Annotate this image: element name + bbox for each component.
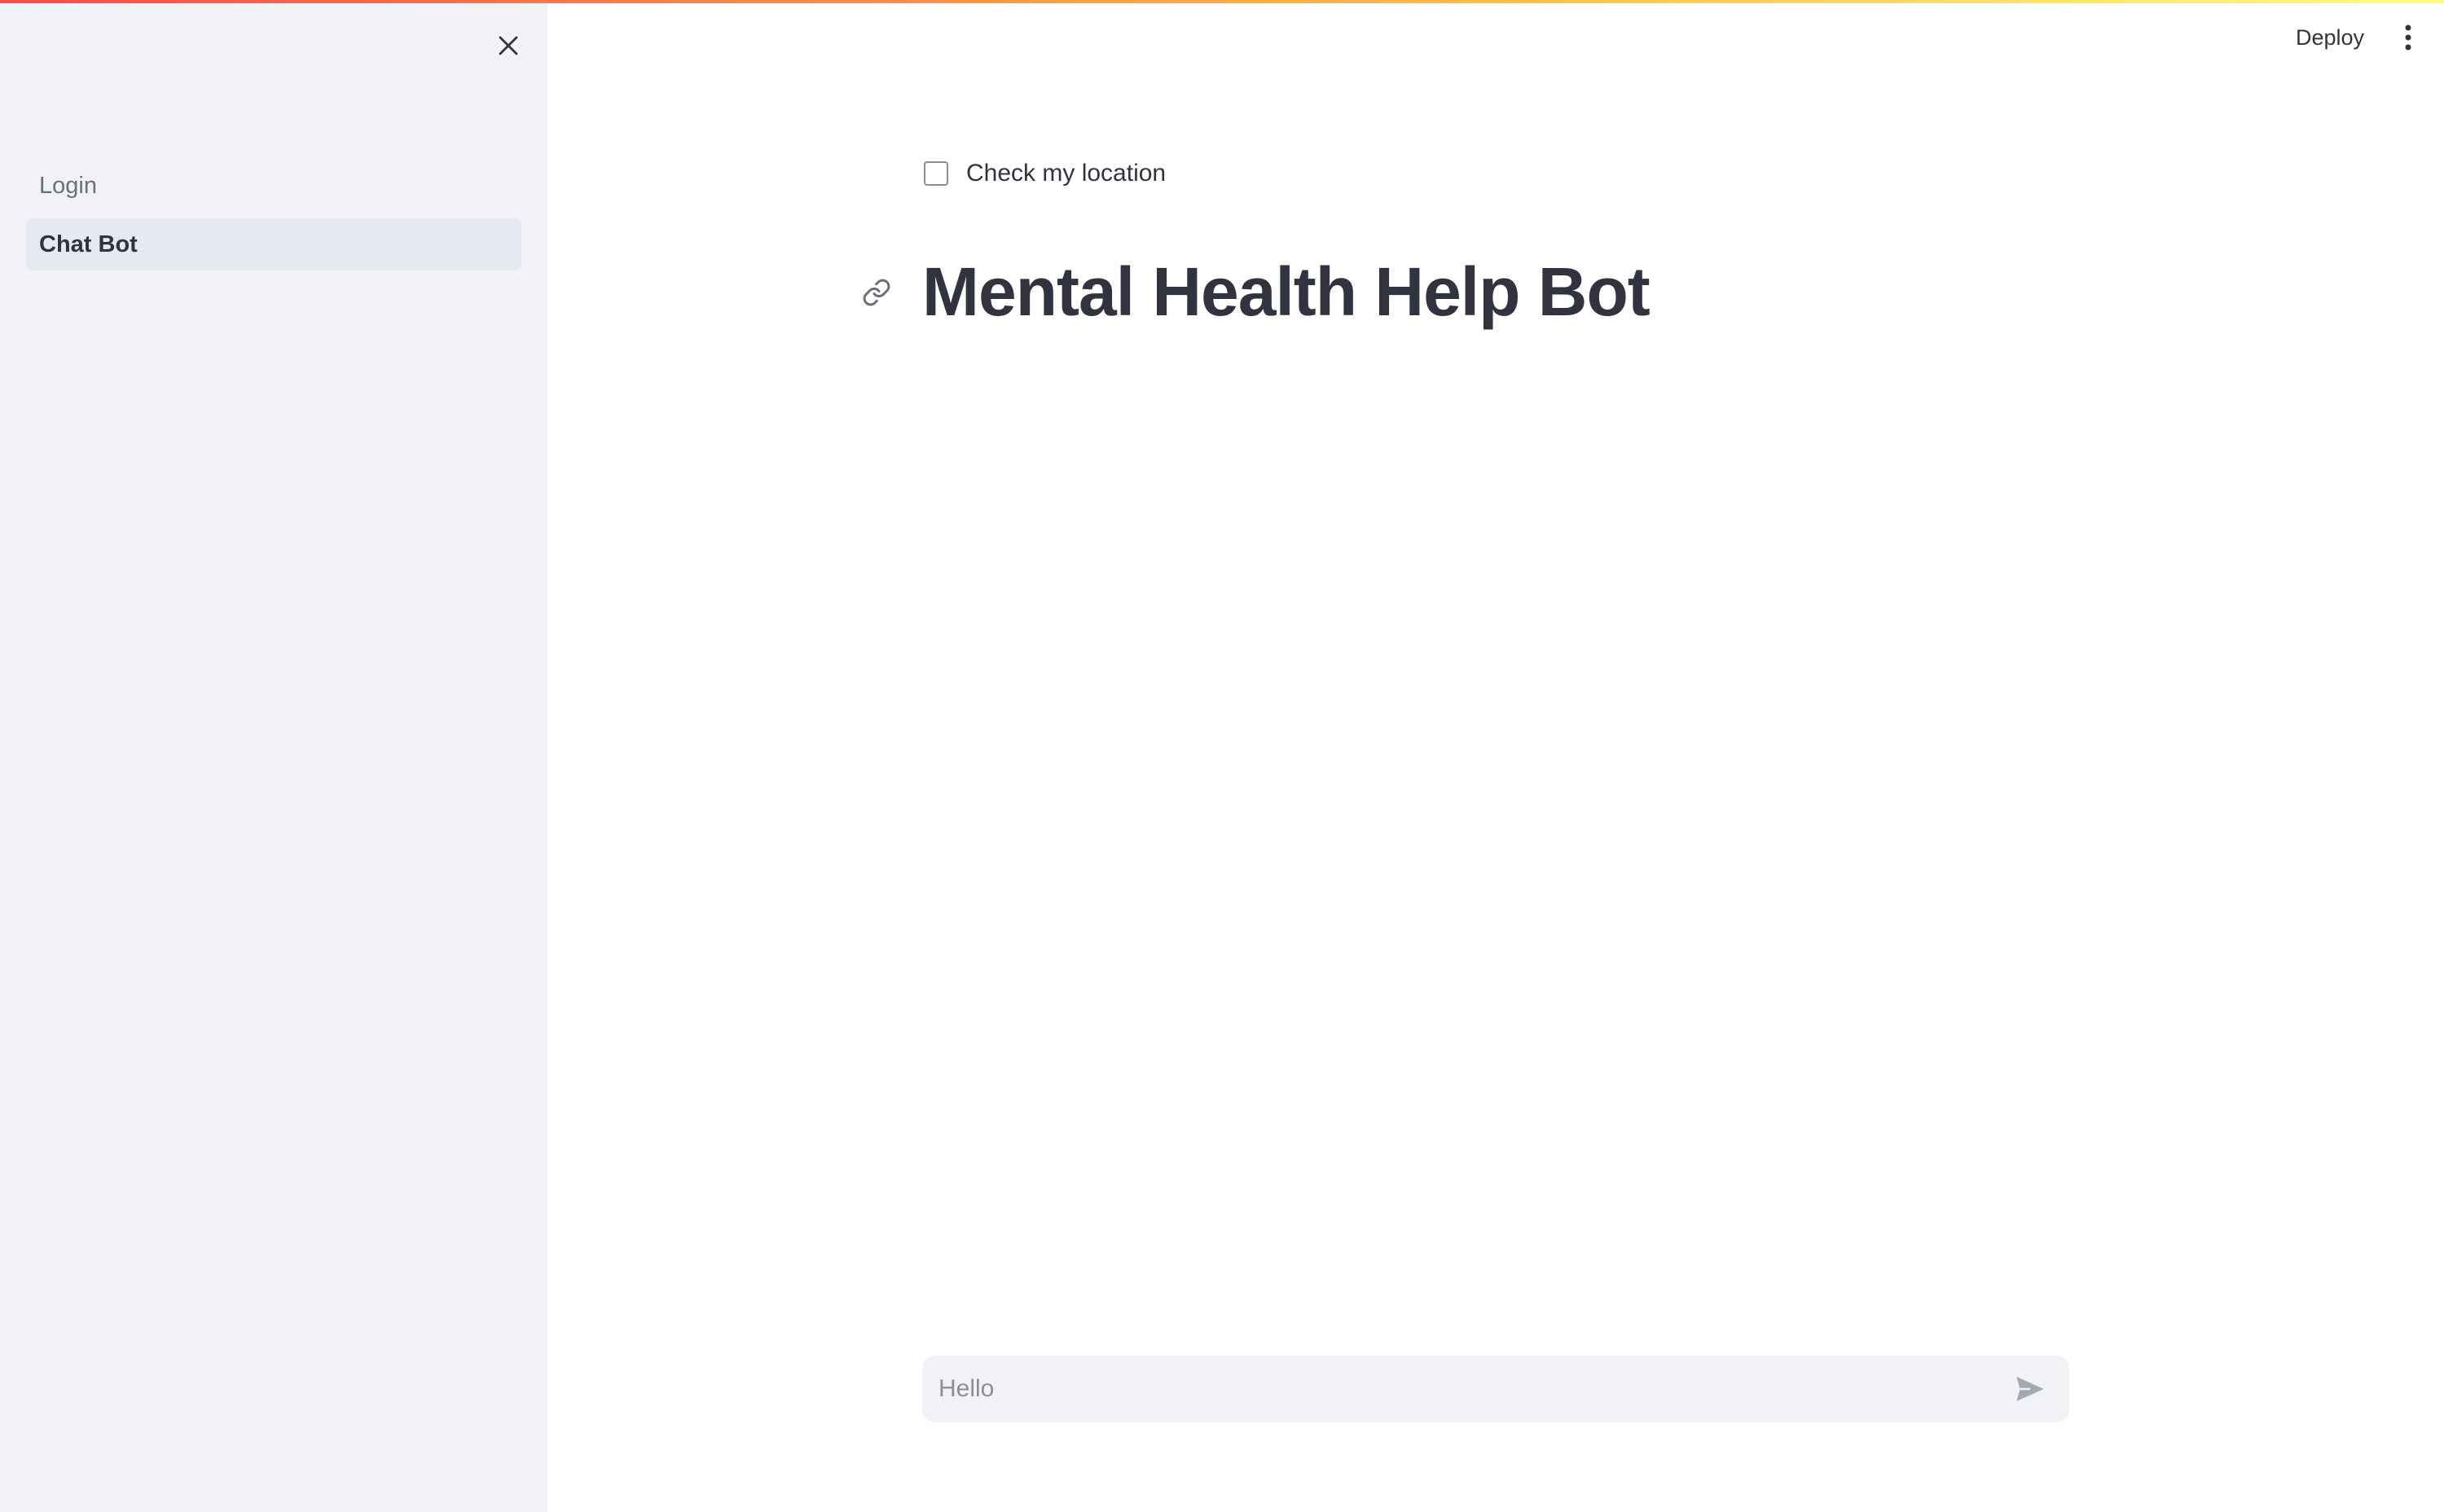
title-row: Mental Health Help Bot — [855, 253, 1651, 332]
send-icon — [2016, 1377, 2044, 1401]
sidebar-item-label: Chat Bot — [39, 231, 138, 257]
close-sidebar-button[interactable] — [487, 24, 530, 67]
sidebar-item-login[interactable]: Login — [26, 160, 521, 212]
sidebar-item-label: Login — [39, 172, 97, 199]
sidebar-item-chat-bot[interactable]: Chat Bot — [26, 218, 521, 270]
close-icon — [499, 36, 518, 55]
chat-input[interactable] — [937, 1364, 2006, 1414]
main-menu-button[interactable] — [2392, 16, 2424, 59]
sidebar: Login Chat Bot — [0, 0, 547, 1512]
deploy-button[interactable]: Deploy — [2281, 16, 2379, 59]
anchor-link-button[interactable] — [855, 271, 898, 314]
checkbox-label: Check my location — [966, 160, 1167, 187]
check-location-checkbox[interactable]: Check my location — [924, 160, 1166, 187]
checkbox-box[interactable] — [924, 161, 948, 186]
main-content — [547, 0, 2444, 1512]
chat-input-container — [922, 1356, 2069, 1422]
send-button[interactable] — [2006, 1365, 2055, 1413]
sidebar-nav: Login Chat Bot — [26, 160, 521, 277]
vertical-dots-icon — [2405, 24, 2411, 51]
link-icon — [863, 279, 890, 305]
top-decoration-bar — [0, 0, 2444, 3]
page-title: Mental Health Help Bot — [922, 253, 1651, 330]
